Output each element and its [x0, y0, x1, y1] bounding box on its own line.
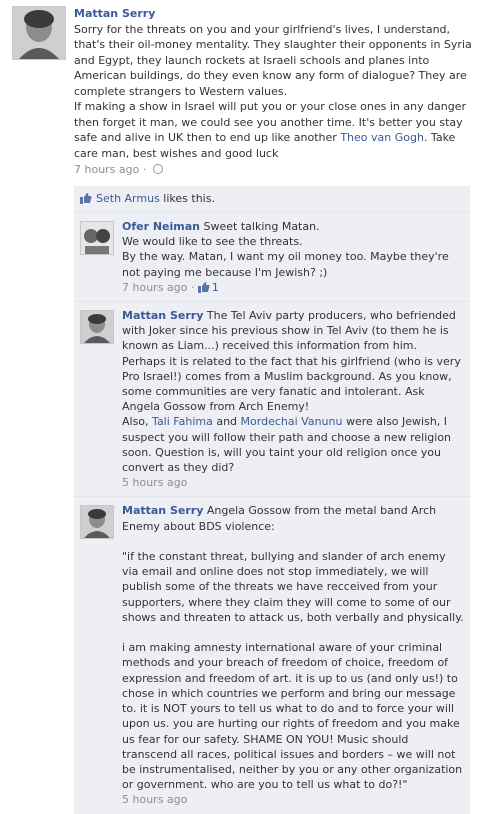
comment-text-part-2: and — [212, 415, 241, 429]
comment-like-count[interactable]: 1 — [212, 281, 219, 294]
status-post: Mattan Serry Sorry for the threats on yo… — [0, 0, 490, 178]
comment-timestamp[interactable]: 5 hours ago — [122, 793, 187, 806]
comment-item: Mattan Serry Angela Gossow from the meta… — [74, 497, 470, 813]
comment-timestamp[interactable]: 5 hours ago — [122, 476, 187, 489]
comment-timestamp[interactable]: 7 hours ago — [122, 281, 187, 294]
comment-avatar[interactable] — [80, 221, 114, 255]
feedback-area: Seth Armus likes this. Ofer Neiman Sweet… — [74, 186, 470, 814]
globe-icon[interactable] — [152, 164, 163, 174]
likes-suffix: likes this. — [159, 192, 215, 205]
meta-separator: · — [187, 280, 198, 294]
comment-author[interactable]: Ofer Neiman — [122, 220, 200, 233]
comment-meta: 7 hours ago · 1 — [122, 280, 464, 295]
profile-photo — [81, 506, 113, 539]
meta-separator: · — [139, 163, 150, 176]
comment-text-part-1: The Tel Aviv party producers, who befrie… — [122, 309, 461, 429]
likes-row: Seth Armus likes this. — [74, 186, 470, 213]
thumbs-up-icon[interactable] — [197, 281, 210, 293]
profile-photo — [81, 311, 113, 344]
comment-item: Mattan Serry The Tel Aviv party producer… — [74, 302, 470, 498]
comment-item: Ofer Neiman Sweet talking Matan. We woul… — [74, 213, 470, 303]
liker-name[interactable]: Seth Armus — [96, 192, 160, 205]
mordechai-vanunu-link[interactable]: Mordechai Vanunu — [241, 415, 343, 428]
post-meta: 7 hours ago · — [74, 162, 474, 178]
comment-author[interactable]: Mattan Serry — [122, 309, 203, 322]
post-text: Sorry for the threats on you and your gi… — [74, 22, 474, 162]
profile-photo — [13, 7, 65, 59]
post-author-name[interactable]: Mattan Serry — [74, 7, 155, 20]
post-text-part-1: Sorry for the threats on you and your gi… — [74, 22, 472, 145]
thumbs-up-icon — [80, 193, 92, 204]
theo-van-gogh-link[interactable]: Theo van Gogh — [340, 131, 424, 144]
comment-avatar[interactable] — [80, 505, 114, 540]
profile-photo — [81, 222, 113, 254]
post-author-avatar[interactable] — [12, 6, 66, 60]
comment-meta: 5 hours ago — [122, 792, 464, 807]
comment-meta: 5 hours ago — [122, 475, 464, 490]
tali-fahima-link[interactable]: Tali Fahima — [152, 415, 213, 428]
comment-avatar[interactable] — [80, 310, 114, 345]
comment-text: Angela Gossow from the metal band Arch E… — [122, 504, 464, 792]
post-timestamp[interactable]: 7 hours ago — [74, 163, 139, 176]
comment-author[interactable]: Mattan Serry — [122, 504, 203, 517]
